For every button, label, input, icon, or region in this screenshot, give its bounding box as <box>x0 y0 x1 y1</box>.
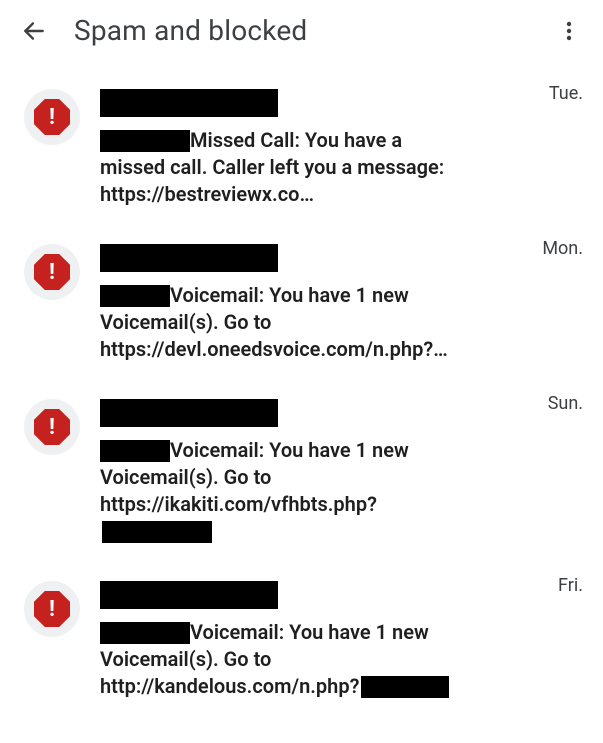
redacted-suffix <box>102 521 212 543</box>
arrow-left-icon <box>21 18 47 44</box>
message-content: Voicemail: You have 1 new Voicemail(s). … <box>100 244 583 363</box>
sender-row <box>100 244 577 272</box>
message-item[interactable]: ! Voicemail: You have 1 new Voicemail(s).… <box>0 387 603 569</box>
redacted-sender <box>100 581 278 609</box>
redacted-sender <box>100 89 278 117</box>
spam-avatar: ! <box>24 399 80 455</box>
message-timestamp: Mon. <box>542 238 583 259</box>
message-preview: Voicemail: You have 1 new Voicemail(s). … <box>100 437 460 545</box>
spam-avatar: ! <box>24 581 80 637</box>
sender-row <box>100 581 577 609</box>
message-timestamp: Fri. <box>558 575 583 596</box>
redacted-prefix <box>100 285 170 307</box>
spam-warning-icon: ! <box>34 254 70 290</box>
redacted-sender <box>100 244 278 272</box>
redacted-prefix <box>100 440 170 462</box>
spam-warning-icon: ! <box>34 409 70 445</box>
page-title: Spam and blocked <box>74 14 529 47</box>
spam-avatar: ! <box>24 244 80 300</box>
sender-row <box>100 89 577 117</box>
message-item[interactable]: ! Voicemail: You have 1 new Voicemail(s).… <box>0 232 603 387</box>
message-preview: Voicemail: You have 1 new Voicemail(s). … <box>100 282 460 363</box>
message-content: Missed Call: You have a missed call. Cal… <box>100 89 583 208</box>
redacted-sender <box>100 399 278 427</box>
message-item[interactable]: ! Missed Call: You have a missed call. Ca… <box>0 77 603 232</box>
sender-row <box>100 399 577 427</box>
spam-warning-icon: ! <box>34 99 70 135</box>
spam-warning-icon: ! <box>34 591 70 627</box>
back-button[interactable] <box>18 15 50 47</box>
message-timestamp: Tue. <box>549 83 583 104</box>
message-content: Voicemail: You have 1 new Voicemail(s). … <box>100 581 583 700</box>
message-preview: Missed Call: You have a missed call. Cal… <box>100 127 460 208</box>
message-item[interactable]: ! Voicemail: You have 1 new Voicemail(s).… <box>0 569 603 724</box>
message-list: ! Missed Call: You have a missed call. Ca… <box>0 57 603 724</box>
message-timestamp: Sun. <box>548 393 583 414</box>
more-vertical-icon <box>557 19 581 43</box>
message-content: Voicemail: You have 1 new Voicemail(s). … <box>100 399 583 545</box>
message-preview: Voicemail: You have 1 new Voicemail(s). … <box>100 619 460 700</box>
redacted-prefix <box>100 622 190 644</box>
redacted-suffix <box>361 676 449 698</box>
app-header: Spam and blocked <box>0 0 603 57</box>
more-options-button[interactable] <box>553 15 585 47</box>
redacted-prefix <box>100 130 190 152</box>
spam-avatar: ! <box>24 89 80 145</box>
